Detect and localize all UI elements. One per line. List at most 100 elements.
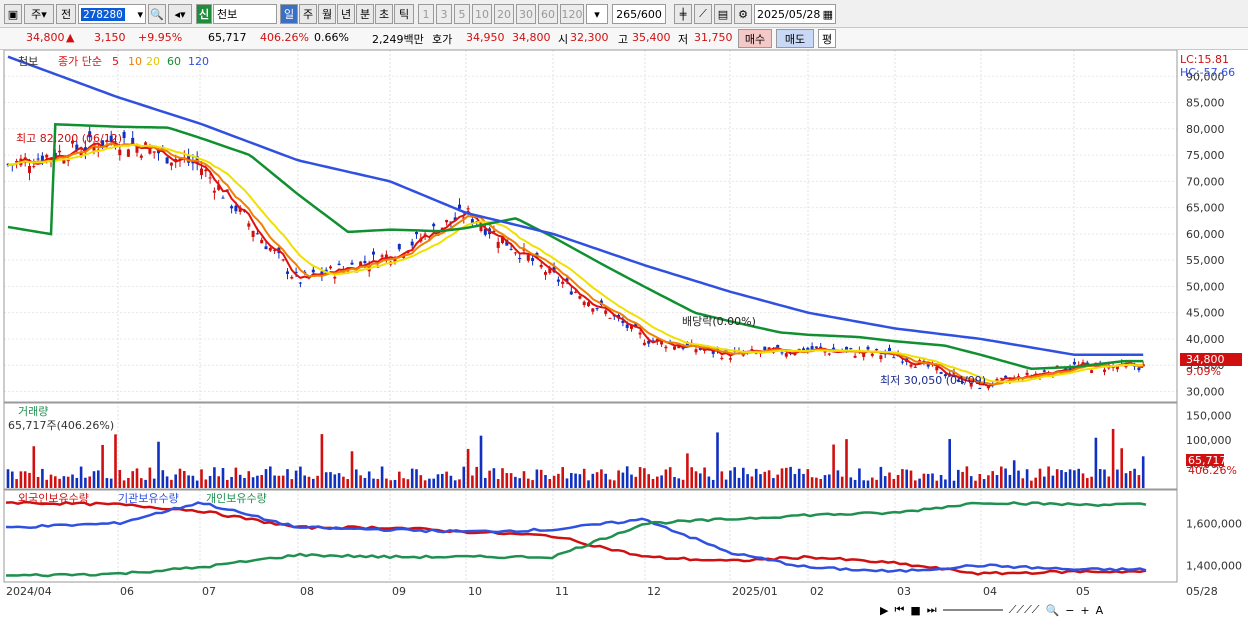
volume-tick-label: 100,000	[1186, 434, 1232, 447]
volume-bar	[750, 476, 754, 488]
sound-icon[interactable]: ◂▾	[168, 4, 192, 24]
volume-bar	[432, 478, 435, 488]
volume-bar	[453, 480, 457, 488]
candle-body	[1090, 370, 1094, 373]
volume-bar	[208, 475, 212, 488]
date-field[interactable]: 2025/05/28 ▦	[754, 4, 836, 24]
zoom-in-icon[interactable]: +	[1080, 604, 1089, 617]
candle-body	[750, 349, 754, 351]
scroll-end-icon[interactable]: ⏭	[927, 603, 937, 617]
window-menu-icon[interactable]: ▣	[4, 4, 22, 24]
volume-bar	[892, 478, 896, 488]
price-tick-label: 65,000	[1186, 202, 1225, 215]
tick-dropdown[interactable]: ▾	[586, 4, 608, 24]
volume-bar	[871, 477, 874, 488]
volume-bar	[105, 478, 109, 488]
volume-bar	[127, 477, 130, 488]
candle-body	[608, 317, 612, 319]
volume-bar	[1137, 475, 1141, 488]
volume-bar	[84, 477, 87, 488]
period-minute-button[interactable]: 분	[356, 4, 374, 24]
zoom-icon[interactable]: 🔍	[1046, 604, 1060, 617]
tick-5-label: 5	[458, 7, 466, 21]
volume-bar	[1034, 477, 1037, 488]
period-second-button[interactable]: 초	[375, 4, 393, 24]
volume-bar	[496, 479, 500, 488]
period-day-button[interactable]: 일	[280, 4, 298, 24]
scroll-start-icon[interactable]: ⏮	[894, 603, 904, 617]
trend-icon[interactable]: ⟋	[694, 4, 712, 24]
chart-area[interactable]: 90,000 85,000 80,000 75,000 70,000 65,000 60,0…	[0, 49, 1248, 621]
text-tool-icon[interactable]: A	[1096, 604, 1104, 617]
change-percent: +9.95%	[138, 31, 183, 44]
candle-body	[311, 269, 315, 273]
holding-pane[interactable]: 1,600,000 1,400,000 외국인보유수량 기관보유수량 개인보유수량	[3, 489, 1242, 583]
volume-bar	[1077, 468, 1080, 488]
period-week-button[interactable]: 주	[299, 4, 317, 24]
sell-button[interactable]: 매도	[776, 29, 814, 48]
last-pct-label: 9.09%	[1186, 365, 1221, 378]
volume-bar	[776, 474, 779, 488]
search-icon[interactable]: 🔍	[148, 4, 166, 24]
volume-bar	[281, 475, 285, 488]
candle-body	[574, 291, 578, 293]
tick-10-button[interactable]: 10	[472, 4, 492, 24]
volume-bar	[535, 469, 539, 488]
volume-bar	[1073, 470, 1076, 488]
tick-120-button[interactable]: 120	[560, 4, 584, 24]
volume-bar	[367, 471, 371, 488]
tick-5-button[interactable]: 5	[454, 4, 470, 24]
volume-bar	[161, 470, 165, 488]
volume-bar	[406, 479, 410, 488]
candle-body	[587, 302, 590, 307]
volume-bar	[797, 468, 801, 488]
zoom-slider[interactable]	[942, 609, 1003, 611]
prev-button[interactable]: 전	[56, 4, 76, 24]
stock-code-input[interactable]: 278280 ▾	[78, 4, 146, 24]
code-dropdown-icon[interactable]: ▾	[137, 8, 143, 21]
volume-bar	[260, 474, 263, 488]
tick-30-button[interactable]: 30	[516, 4, 536, 24]
period-month-button[interactable]: 월	[318, 4, 336, 24]
count-field[interactable]: 265/600	[612, 4, 666, 24]
candle-body	[1103, 369, 1106, 372]
tick-1-button[interactable]: 1	[418, 4, 434, 24]
stop-icon[interactable]: ■	[910, 604, 920, 617]
candle-icon[interactable]: ╪	[674, 4, 692, 24]
volume-bar	[1025, 469, 1029, 488]
save-icon[interactable]: ▤	[714, 4, 732, 24]
volume-bar	[643, 468, 646, 488]
volume-bar	[1141, 456, 1145, 488]
volume-bar	[488, 470, 491, 488]
volume-bar	[62, 476, 66, 488]
candle-body	[372, 251, 375, 255]
volume-bar	[1012, 460, 1016, 488]
candle-body	[247, 223, 251, 227]
zoom-out-icon[interactable]: −	[1065, 604, 1074, 617]
period-year-button[interactable]: 년	[337, 4, 355, 24]
period-unit-dropdown[interactable]: 주 ▾	[24, 4, 54, 24]
volume-pane[interactable]: 150,000100,00050,000 거래량 65,717주(406.26%…	[3, 402, 1237, 490]
scroll-right-icon[interactable]: ▶	[880, 604, 888, 617]
holding-line	[5, 500, 1147, 576]
tick-20-button[interactable]: 20	[494, 4, 514, 24]
calendar-icon[interactable]: ▦	[823, 8, 833, 21]
tool-icons[interactable]: ⟋⟋⟋⟋	[1009, 603, 1040, 617]
volume-bar	[570, 472, 573, 488]
avg-button[interactable]: 평	[818, 29, 836, 48]
tick-3-button[interactable]: 3	[436, 4, 452, 24]
chart-svg[interactable]: 90,00085,00080,00075,00070,00065,00060,0…	[0, 49, 1248, 621]
buy-button[interactable]: 매수	[738, 29, 772, 48]
tick-60-button[interactable]: 60	[538, 4, 558, 24]
candle-body	[853, 355, 857, 358]
candle-body	[900, 361, 904, 363]
volume-bar	[256, 475, 259, 488]
x-tick-label: 2025/01	[732, 585, 778, 598]
period-tick-button[interactable]: 틱	[394, 4, 414, 24]
gear-icon[interactable]: ⚙	[734, 4, 752, 24]
stock-name-field[interactable]: 천보	[213, 4, 277, 24]
volume-bar	[595, 472, 599, 488]
current-price: 34,800	[26, 31, 65, 44]
ma120-legend: 120	[188, 55, 209, 68]
candle-body	[892, 357, 896, 359]
